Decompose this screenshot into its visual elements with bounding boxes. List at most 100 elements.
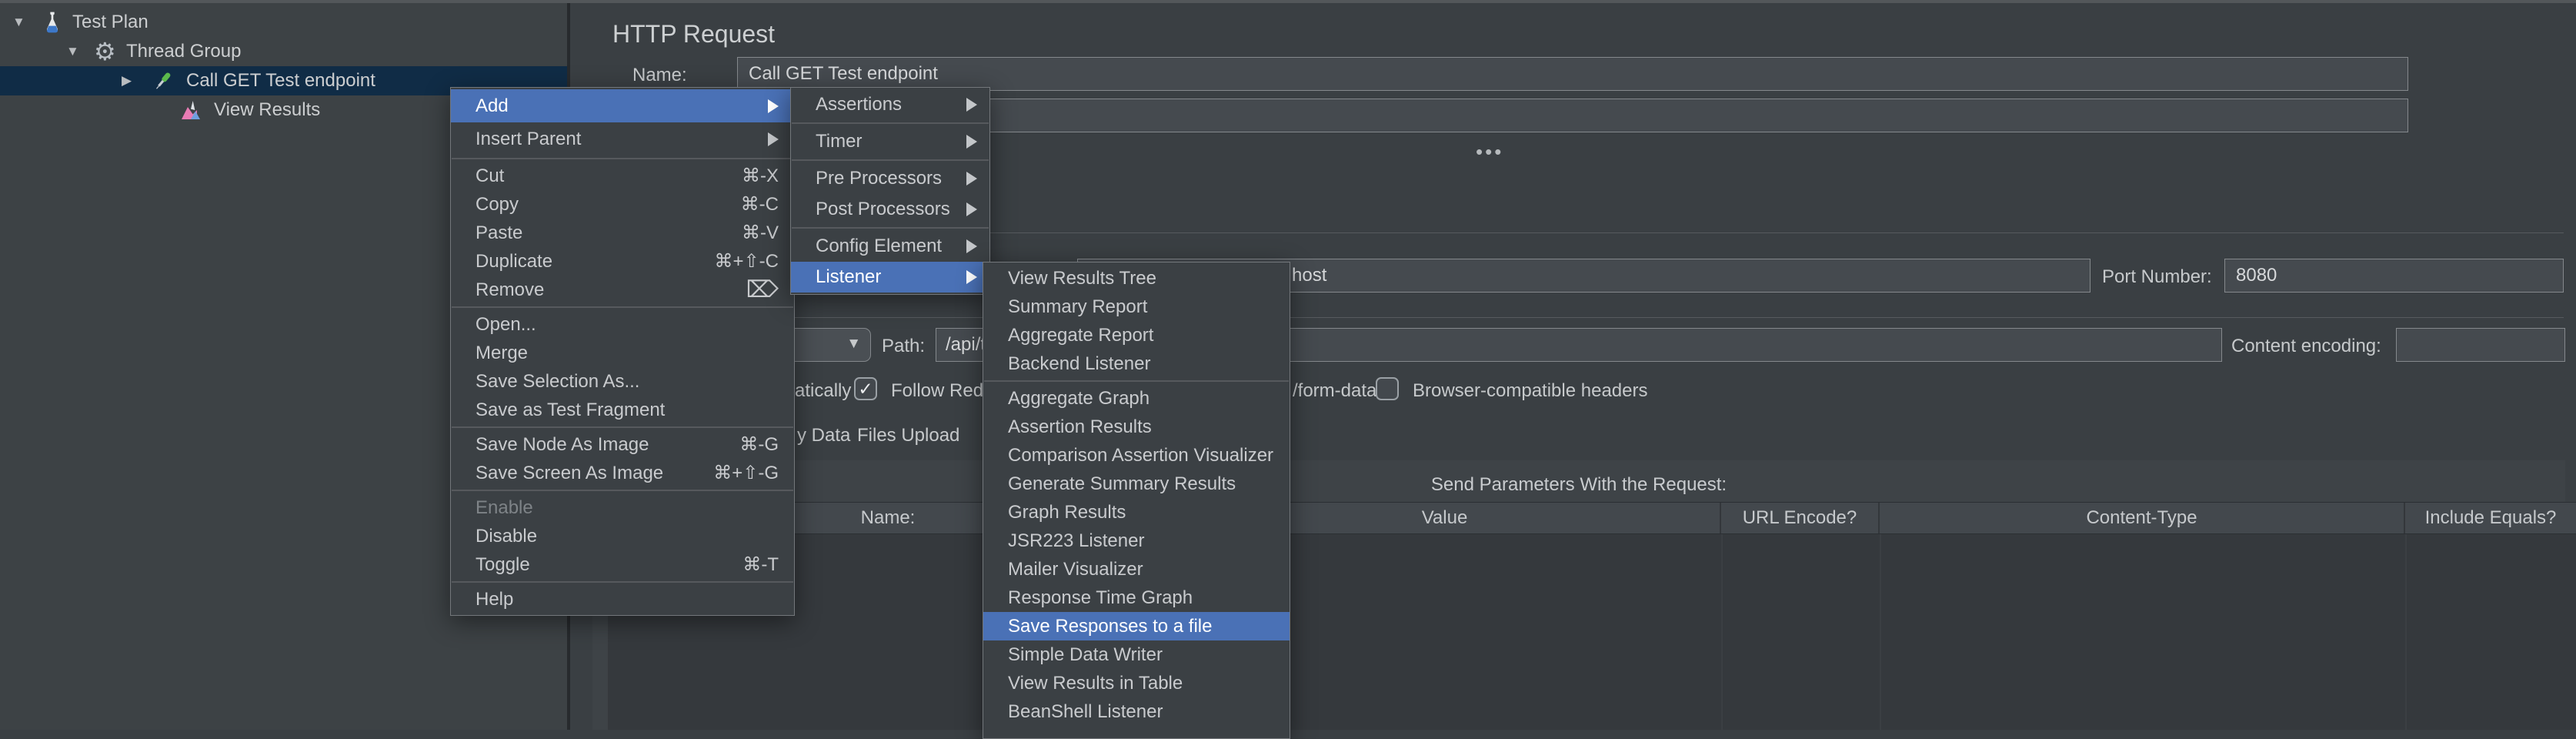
port-number-value: 8080	[2225, 265, 2277, 286]
menu-item-generate-summary-results[interactable]: Generate Summary Results	[983, 470, 1290, 498]
menu-separator	[984, 380, 1289, 382]
menu-item-disable[interactable]: Disable	[451, 522, 794, 550]
name-input[interactable]: Call GET Test endpoint	[737, 57, 2408, 91]
menu-item-listener[interactable]: Listener	[791, 262, 989, 293]
tree-context-menu: Add Insert Parent Cut⌘-X Copy⌘-C Paste⌘-…	[450, 87, 795, 616]
menu-item-enable: Enable	[451, 493, 794, 522]
menu-item-simple-data-writer[interactable]: Simple Data Writer	[983, 640, 1290, 669]
path-label: Path:	[882, 336, 925, 357]
tree-item-label: Test Plan	[72, 12, 148, 33]
column-header-content-type: Content-Type	[1880, 503, 2405, 533]
flask-icon	[40, 10, 65, 35]
column-separator	[2405, 534, 2407, 730]
menu-item-assertion-results[interactable]: Assertion Results	[983, 413, 1290, 441]
menu-separator	[792, 122, 989, 124]
chart-icon	[179, 98, 203, 122]
menu-item-duplicate[interactable]: Duplicate⌘+⇧-C	[451, 247, 794, 276]
menu-item-graph-results[interactable]: Graph Results	[983, 498, 1290, 527]
menu-item-merge[interactable]: Merge	[451, 339, 794, 367]
browser-compatible-headers-checkbox[interactable]	[1376, 377, 1399, 400]
page-title: HTTP Request	[612, 20, 775, 48]
menu-item-save-as-test-fragment[interactable]: Save as Test Fragment	[451, 396, 794, 424]
splitter-handle-icon[interactable]: •••	[1476, 140, 1503, 164]
add-submenu: Assertions Timer Pre Processors Post Pro…	[790, 87, 990, 295]
tree-item-test-plan[interactable]: ▼ Test Plan	[0, 8, 567, 37]
menu-item-backend-listener[interactable]: Backend Listener	[983, 349, 1290, 378]
submenu-arrow-icon	[966, 270, 977, 284]
column-separator	[1880, 534, 1881, 730]
parameters-table-header: Name: Value URL Encode? Content-Type Inc…	[608, 502, 2576, 534]
tree-item-label: Thread Group	[126, 41, 241, 62]
menu-separator	[452, 306, 793, 308]
tree-item-label: Call GET Test endpoint	[186, 70, 375, 92]
menu-item-assertions[interactable]: Assertions	[791, 89, 989, 120]
menu-item-paste[interactable]: Paste⌘-V	[451, 219, 794, 247]
menu-item-pre-processors[interactable]: Pre Processors	[791, 163, 989, 194]
menu-item-view-results-tree[interactable]: View Results Tree	[983, 264, 1290, 293]
checkmark-icon: ✓	[858, 379, 873, 400]
tab-files-upload[interactable]: Files Upload	[857, 425, 959, 446]
menu-item-help[interactable]: Help	[451, 585, 794, 614]
tree-item-label: View Results	[214, 99, 320, 121]
expanded-triangle-icon[interactable]: ▼	[66, 44, 85, 59]
name-value: Call GET Test endpoint	[738, 63, 938, 85]
menu-item-mailer-visualizer[interactable]: Mailer Visualizer	[983, 555, 1290, 584]
name-label: Name:	[632, 65, 687, 86]
submenu-arrow-icon	[966, 202, 977, 216]
port-number-label: Port Number:	[2102, 266, 2212, 288]
expanded-triangle-icon[interactable]: ▼	[12, 15, 31, 30]
menu-item-post-processors[interactable]: Post Processors	[791, 194, 989, 225]
menu-item-insert-parent[interactable]: Insert Parent	[451, 122, 794, 155]
menu-item-save-selection-as[interactable]: Save Selection As...	[451, 367, 794, 396]
column-header-include-equals: Include Equals?	[2405, 503, 2576, 533]
menu-item-config-element[interactable]: Config Element	[791, 231, 989, 262]
menu-separator	[452, 490, 793, 491]
send-parameters-header: Send Parameters With the Request:	[592, 474, 2565, 496]
tree-item-thread-group[interactable]: ▼ ⚙ Thread Group	[0, 37, 567, 66]
menu-item-add[interactable]: Add	[451, 89, 794, 122]
menu-item-beanshell-listener[interactable]: BeanShell Listener	[983, 697, 1290, 726]
port-number-input[interactable]: 8080	[2224, 259, 2564, 293]
follow-redirects-checkbox[interactable]: ✓	[854, 377, 877, 400]
menu-separator	[792, 159, 989, 161]
menu-item-cut[interactable]: Cut⌘-X	[451, 162, 794, 190]
content-encoding-input[interactable]	[2396, 328, 2565, 362]
menu-separator	[452, 158, 793, 159]
redirect-automatically-label-fragment: atically	[795, 380, 851, 402]
menu-item-save-responses-to-a-file[interactable]: Save Responses to a file	[983, 612, 1290, 640]
submenu-arrow-icon	[768, 132, 779, 146]
menu-separator	[452, 581, 793, 583]
menu-item-open[interactable]: Open...	[451, 310, 794, 339]
parameters-table-body[interactable]	[608, 534, 2576, 730]
submenu-arrow-icon	[966, 135, 977, 149]
menu-item-aggregate-report[interactable]: Aggregate Report	[983, 321, 1290, 349]
collapsed-triangle-icon[interactable]: ▶	[122, 73, 140, 89]
submenu-arrow-icon	[966, 98, 977, 112]
path-value-fragment: /api/t	[936, 334, 986, 356]
submenu-arrow-icon	[768, 99, 779, 113]
menu-separator	[452, 426, 793, 428]
menu-item-view-results-in-table[interactable]: View Results in Table	[983, 669, 1290, 697]
content-encoding-label: Content encoding:	[2231, 336, 2381, 357]
tab-body-data-fragment[interactable]: y Data	[797, 425, 850, 446]
menu-item-aggregate-graph[interactable]: Aggregate Graph	[983, 384, 1290, 413]
menu-item-timer[interactable]: Timer	[791, 126, 989, 157]
submenu-arrow-icon	[966, 239, 977, 253]
submenu-arrow-icon	[966, 172, 977, 186]
menu-item-remove[interactable]: Remove⌦	[451, 276, 794, 304]
column-separator	[1721, 534, 1723, 730]
menu-separator	[792, 227, 989, 229]
menu-item-jsr223-listener[interactable]: JSR223 Listener	[983, 527, 1290, 555]
server-name-value-fragment: host	[1292, 265, 1326, 286]
listener-submenu: View Results Tree Summary Report Aggrega…	[983, 262, 1290, 739]
menu-item-save-screen-as-image[interactable]: Save Screen As Image⌘+⇧-G	[451, 459, 794, 487]
menu-item-save-node-as-image[interactable]: Save Node As Image⌘-G	[451, 430, 794, 459]
menu-item-toggle[interactable]: Toggle⌘-T	[451, 550, 794, 579]
http-request-group-border	[592, 317, 2564, 318]
menu-item-response-time-graph[interactable]: Response Time Graph	[983, 584, 1290, 612]
menu-item-summary-report[interactable]: Summary Report	[983, 293, 1290, 321]
menu-item-comparison-assertion-visualizer[interactable]: Comparison Assertion Visualizer	[983, 441, 1290, 470]
menu-item-copy[interactable]: Copy⌘-C	[451, 190, 794, 219]
chevron-down-icon: ▼	[846, 336, 861, 353]
multipart-form-data-label-fragment: /form-data	[1293, 380, 1376, 402]
